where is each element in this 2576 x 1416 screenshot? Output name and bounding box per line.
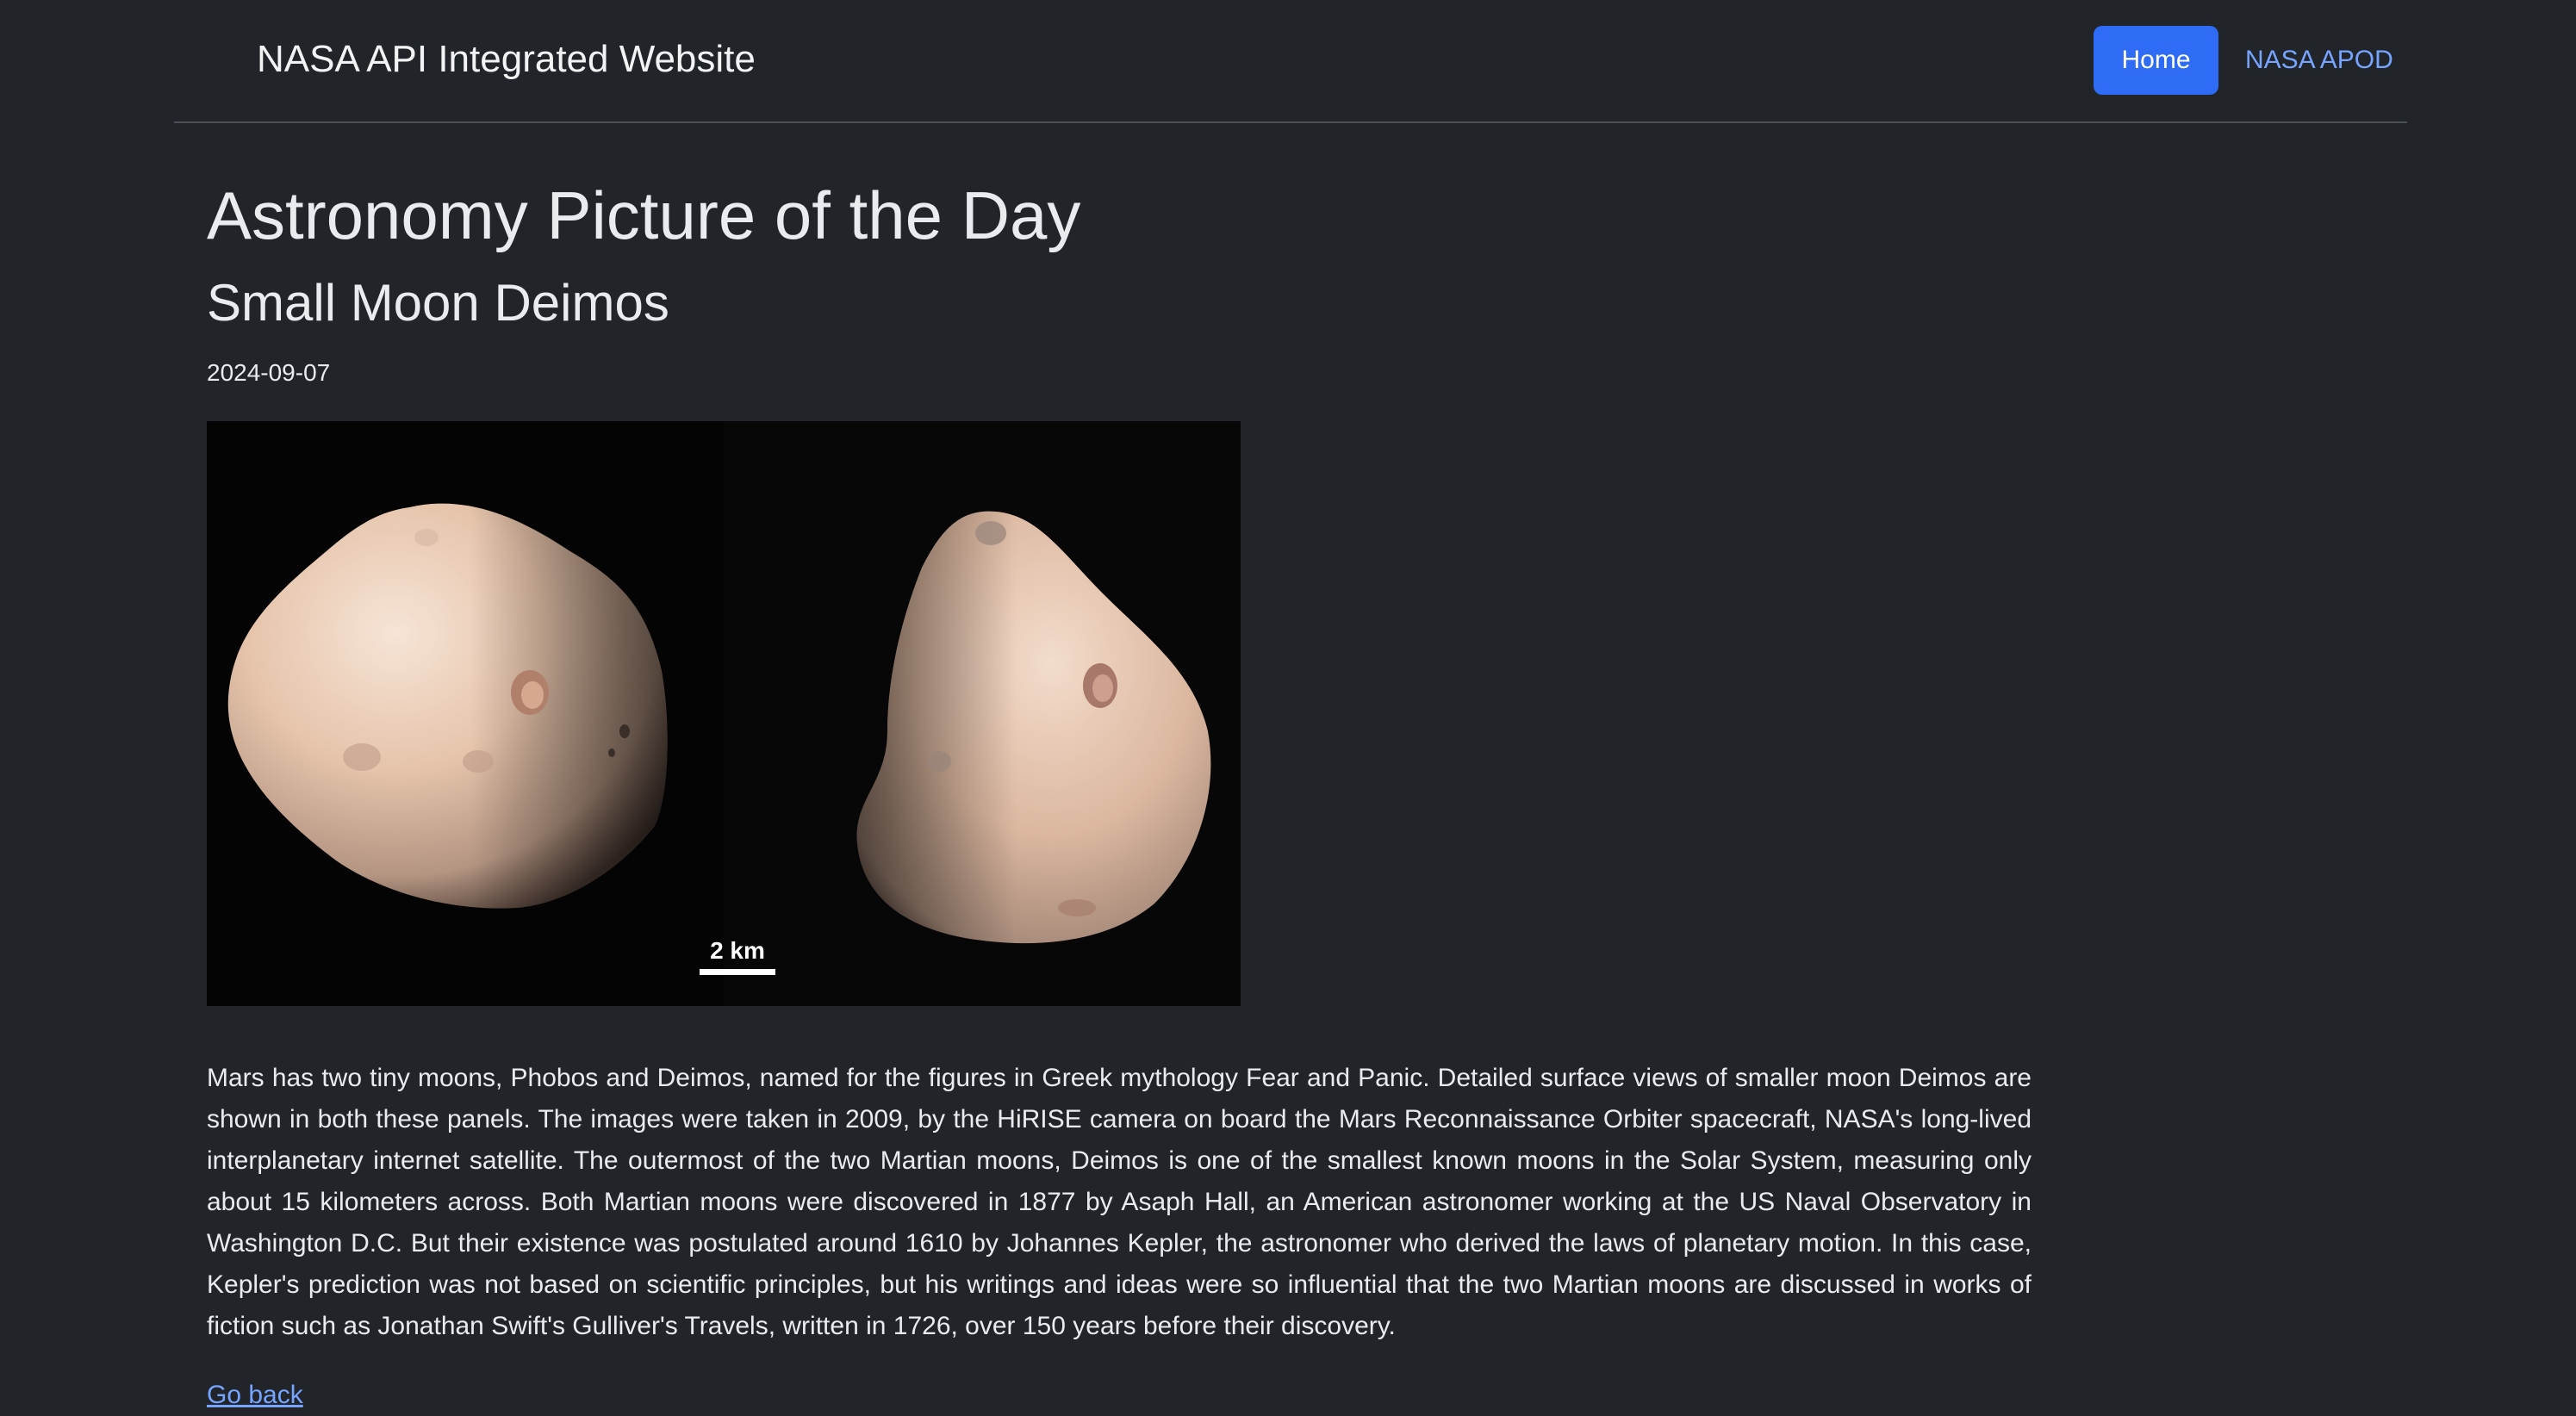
top-navbar: NASA API Integrated Website Home NASA AP… bbox=[174, 0, 2407, 123]
home-nav-button[interactable]: Home bbox=[2094, 26, 2218, 95]
apod-image: 2 km bbox=[207, 421, 1241, 1006]
apod-description: Mars has two tiny moons, Phobos and Deim… bbox=[207, 1064, 2032, 1340]
apod-date: 2024-09-07 bbox=[207, 359, 331, 386]
site-brand[interactable]: NASA API Integrated Website bbox=[257, 33, 756, 86]
go-back-link[interactable]: Go back bbox=[207, 1375, 303, 1416]
apod-title: Small Moon Deimos bbox=[207, 274, 669, 332]
scale-label: 2 km bbox=[710, 937, 765, 964]
page-heading: Astronomy Picture of the Day bbox=[207, 177, 1081, 253]
apod-nav-link[interactable]: NASA APOD bbox=[2245, 26, 2393, 95]
deimos-photo: 2 km bbox=[207, 421, 1241, 1006]
